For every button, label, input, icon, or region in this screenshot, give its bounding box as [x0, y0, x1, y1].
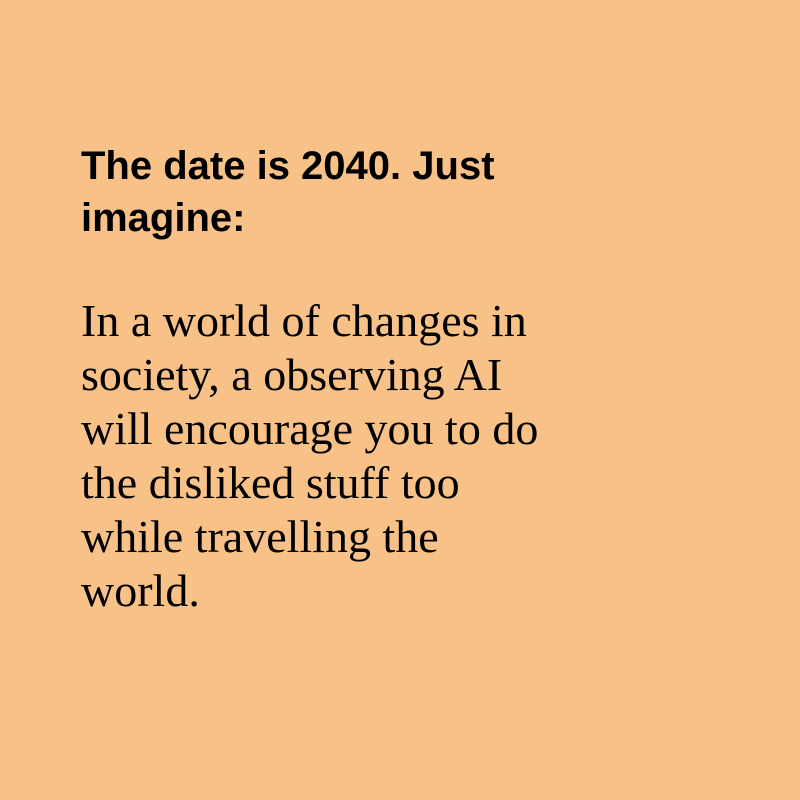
card-body-text: In a world of changes in society, a obse… — [81, 295, 539, 616]
card-canvas: The date is 2040. Just imagine: In a wor… — [0, 0, 800, 800]
card-heading: The date is 2040. Just imagine: — [81, 144, 495, 240]
card-content: The date is 2040. Just imagine: In a wor… — [81, 140, 701, 618]
